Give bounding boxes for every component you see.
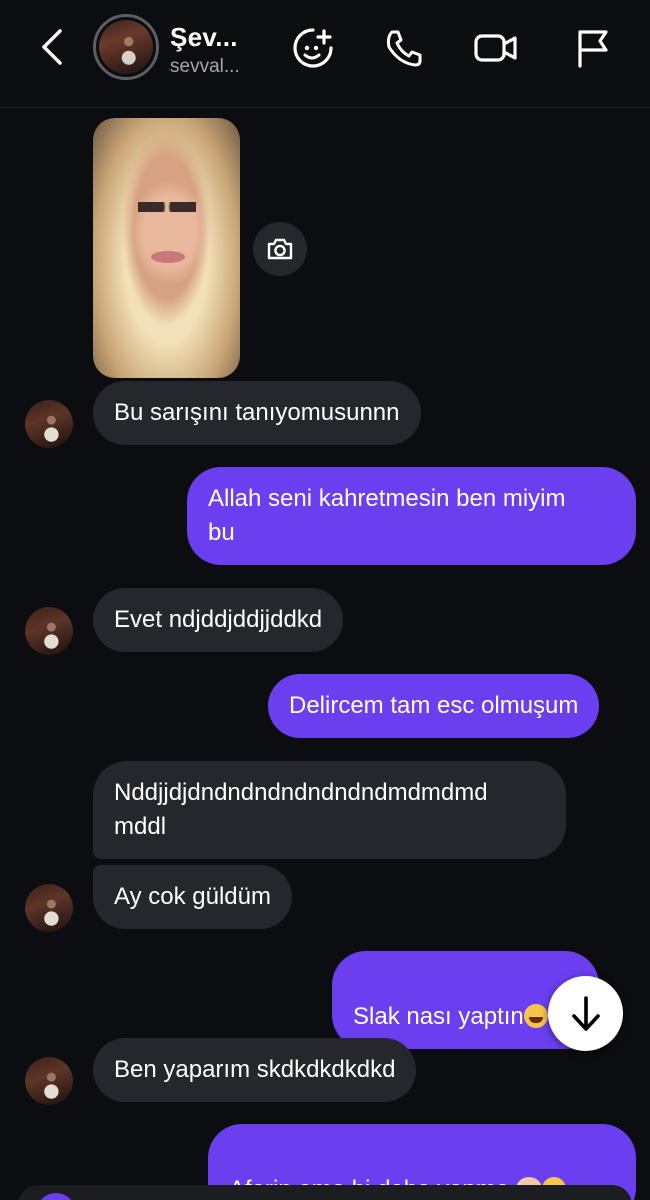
sender-avatar[interactable] xyxy=(25,607,73,655)
message-incoming[interactable]: Ay cok güldüm xyxy=(93,865,292,929)
sender-avatar[interactable] xyxy=(25,400,73,448)
sender-avatar[interactable] xyxy=(25,884,73,932)
video-icon xyxy=(474,34,517,62)
flag-icon xyxy=(578,30,608,68)
back-chevron-icon xyxy=(42,29,62,65)
message-outgoing[interactable]: Allah seni kahretmesin ben miyim bu xyxy=(187,467,636,565)
scroll-to-bottom-button[interactable] xyxy=(548,976,623,1051)
call-button[interactable] xyxy=(380,24,428,72)
back-button[interactable] xyxy=(30,22,74,72)
video-call-button[interactable] xyxy=(472,24,520,72)
sender-avatar[interactable] xyxy=(25,1057,73,1105)
report-button[interactable] xyxy=(568,24,616,72)
camera-button[interactable] xyxy=(36,1193,76,1200)
message-incoming[interactable]: Bu sarışını tanıyomusunnn xyxy=(93,381,421,445)
contact-name[interactable]: Şev... xyxy=(170,22,238,53)
message-incoming[interactable]: Nddjjdjdndndndndndndndmdmdmd mddl xyxy=(93,761,566,859)
message-outgoing[interactable]: Delircem tam esc olmuşum xyxy=(268,674,600,738)
arrow-down-icon xyxy=(571,995,600,1031)
contact-avatar[interactable] xyxy=(93,14,159,80)
sticker-button[interactable] xyxy=(289,24,337,72)
shared-photo[interactable] xyxy=(93,118,240,378)
message-text: Slak nası yaptın xyxy=(353,1003,524,1030)
message-composer[interactable] xyxy=(18,1185,632,1200)
contact-handle[interactable]: sevval... xyxy=(170,56,240,78)
view-photo-button[interactable] xyxy=(253,222,307,276)
sticker-icon xyxy=(293,28,333,68)
message-thread[interactable]: Bu sarışını tanıyomusunnn Allah seni kah… xyxy=(0,109,650,1200)
phone-icon xyxy=(386,30,422,67)
camera-icon xyxy=(267,238,293,260)
chat-header: Şev... sevval... xyxy=(0,0,650,108)
message-incoming[interactable]: Evet ndjddjddjjddkd xyxy=(93,588,344,652)
tears-of-joy-emoji xyxy=(523,1004,548,1028)
message-incoming[interactable]: Ben yaparım skdkdkdkdkd xyxy=(93,1038,417,1102)
